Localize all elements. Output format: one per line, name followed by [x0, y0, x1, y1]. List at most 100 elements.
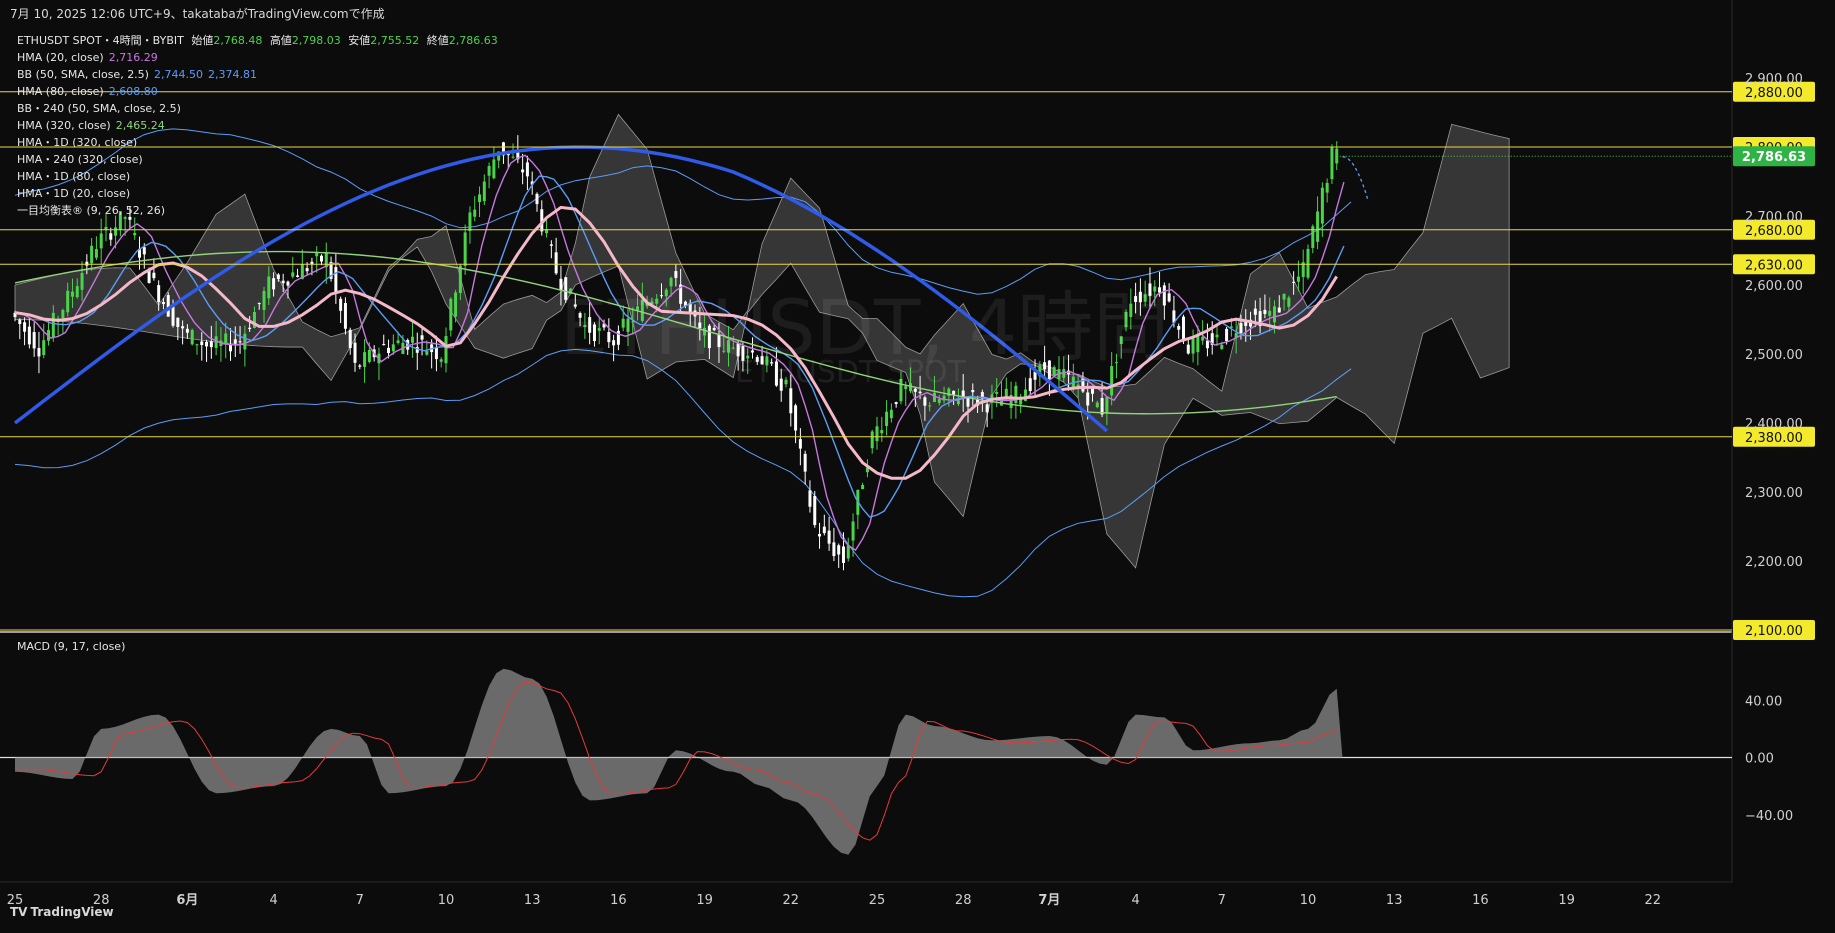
indicator-legend-row[interactable]: HMA・1D (80, close)	[17, 168, 498, 185]
high-label: 高値	[269, 34, 292, 47]
candle-body	[195, 344, 199, 346]
indicator-legend-row[interactable]: HMA・240 (320, close)	[17, 151, 498, 168]
time-axis-label: 6月	[176, 893, 198, 908]
candle-body	[727, 339, 731, 353]
candle-body	[722, 350, 726, 352]
candle-body	[90, 245, 94, 264]
candle-body	[463, 232, 467, 266]
indicator-legend-row[interactable]: HMA (80, close) 2,608.80	[17, 83, 498, 100]
candle-body	[339, 298, 343, 311]
candle-body	[1186, 344, 1190, 354]
macd-legend[interactable]: MACD (9, 17, close)	[17, 640, 125, 653]
candle-body	[1129, 303, 1133, 317]
candle-body	[157, 285, 161, 303]
candle-body	[353, 342, 357, 363]
time-axis-label: 7	[1218, 893, 1226, 908]
candle-body	[588, 317, 592, 333]
price-level-tag[interactable]: 2,630.00	[1733, 254, 1815, 275]
candle-body	[181, 326, 185, 329]
candle-body	[27, 326, 31, 345]
candle-body	[909, 383, 913, 392]
indicator-legend-row[interactable]: 一目均衡表® (9, 26, 52, 26)	[17, 202, 498, 219]
indicator-legend-row[interactable]: HMA (20, close) 2,716.29	[17, 49, 498, 66]
macd-axis-label: −40.00	[1745, 809, 1793, 824]
price-axis-label: 2,900.00	[1745, 72, 1803, 87]
candle-body	[334, 267, 338, 292]
indicator-name: HMA (320, close)	[17, 119, 111, 132]
candle-body	[281, 280, 285, 284]
last-price-label: 2,786.63	[1742, 150, 1806, 165]
candle-body	[894, 402, 898, 404]
candle-body	[410, 336, 414, 343]
candle-body	[1296, 276, 1300, 282]
candle-body	[1201, 336, 1205, 341]
candle-body	[18, 319, 22, 324]
candle-body	[525, 162, 529, 177]
high-value: 2,798.03	[291, 34, 341, 47]
candle-body	[458, 265, 462, 294]
candle-body	[382, 344, 386, 346]
time-axis-label: 10	[1300, 893, 1317, 908]
candle-body	[717, 334, 721, 348]
candle-body	[549, 244, 553, 246]
candle-body	[698, 322, 702, 329]
candle-body	[449, 298, 453, 331]
candle-body	[133, 232, 137, 236]
indicator-name: BB (50, SMA, close, 2.5)	[17, 68, 149, 81]
indicator-legend-row[interactable]: HMA・1D (20, close)	[17, 185, 498, 202]
open-value: 2,768.48	[213, 34, 263, 47]
candle-body	[152, 272, 156, 279]
candle-body	[1330, 147, 1334, 180]
indicator-legend-row[interactable]: HMA・1D (320, close)	[17, 134, 498, 151]
candle-body	[61, 309, 65, 318]
candle-body	[233, 339, 237, 344]
candle-body	[42, 340, 46, 355]
time-axis-label: 7	[356, 893, 364, 908]
candle-body	[794, 405, 798, 431]
symbol-ohlc-row[interactable]: ETHUSDT SPOT・4時間・BYBIT 始値2,768.48 高値2,79…	[17, 32, 498, 49]
candle-body	[1119, 336, 1123, 345]
candle-body	[564, 277, 568, 300]
candle-body	[205, 341, 209, 347]
candle-body	[904, 386, 908, 390]
candle-body	[276, 274, 280, 279]
candle-body	[209, 341, 213, 348]
tradingview-footer[interactable]: TV TradingView	[10, 905, 114, 919]
candle-body	[889, 409, 893, 419]
candle-body	[1047, 360, 1051, 380]
candle-body	[674, 271, 678, 278]
indicator-legend-row[interactable]: BB・240 (50, SMA, close, 2.5)	[17, 100, 498, 117]
candle-body	[444, 336, 448, 364]
indicator-legend-row[interactable]: BB (50, SMA, close, 2.5) 2,744.50 2,374.81	[17, 66, 498, 83]
time-axis-label: 28	[955, 893, 972, 908]
candle-body	[559, 278, 563, 291]
price-level-tag[interactable]: 2,100.00	[1733, 620, 1815, 640]
indicator-name: 一目均衡表® (9, 26, 52, 26)	[17, 204, 166, 217]
candle-body	[952, 390, 956, 395]
candle-body	[578, 313, 582, 318]
candle-body	[286, 281, 290, 286]
candle-body	[37, 348, 41, 357]
low-label: 安値	[348, 34, 371, 47]
candle-body	[1138, 291, 1142, 303]
candle-body	[640, 299, 644, 321]
candle-body	[961, 390, 965, 397]
candle-body	[1263, 309, 1267, 314]
candle-body	[80, 273, 84, 290]
time-axis-label: 19	[1558, 893, 1575, 908]
macd-axis-label: 0.00	[1745, 752, 1774, 767]
candle-body	[1086, 392, 1090, 406]
candle-body	[161, 302, 165, 305]
indicator-value: 2,716.29	[108, 51, 158, 64]
candle-body	[99, 233, 103, 249]
candle-body	[669, 277, 673, 287]
indicator-legend-row[interactable]: HMA (320, close) 2,465.24	[17, 117, 498, 134]
candle-body	[583, 325, 587, 327]
price-axis-label: 2,400.00	[1745, 417, 1803, 432]
candle-body	[1320, 187, 1324, 224]
price-level-label: 2,680.00	[1745, 224, 1803, 239]
price-axis-label: 2,700.00	[1745, 210, 1803, 225]
candle-body	[257, 303, 261, 305]
candle-body	[1114, 362, 1118, 364]
candle-body	[1325, 182, 1329, 193]
